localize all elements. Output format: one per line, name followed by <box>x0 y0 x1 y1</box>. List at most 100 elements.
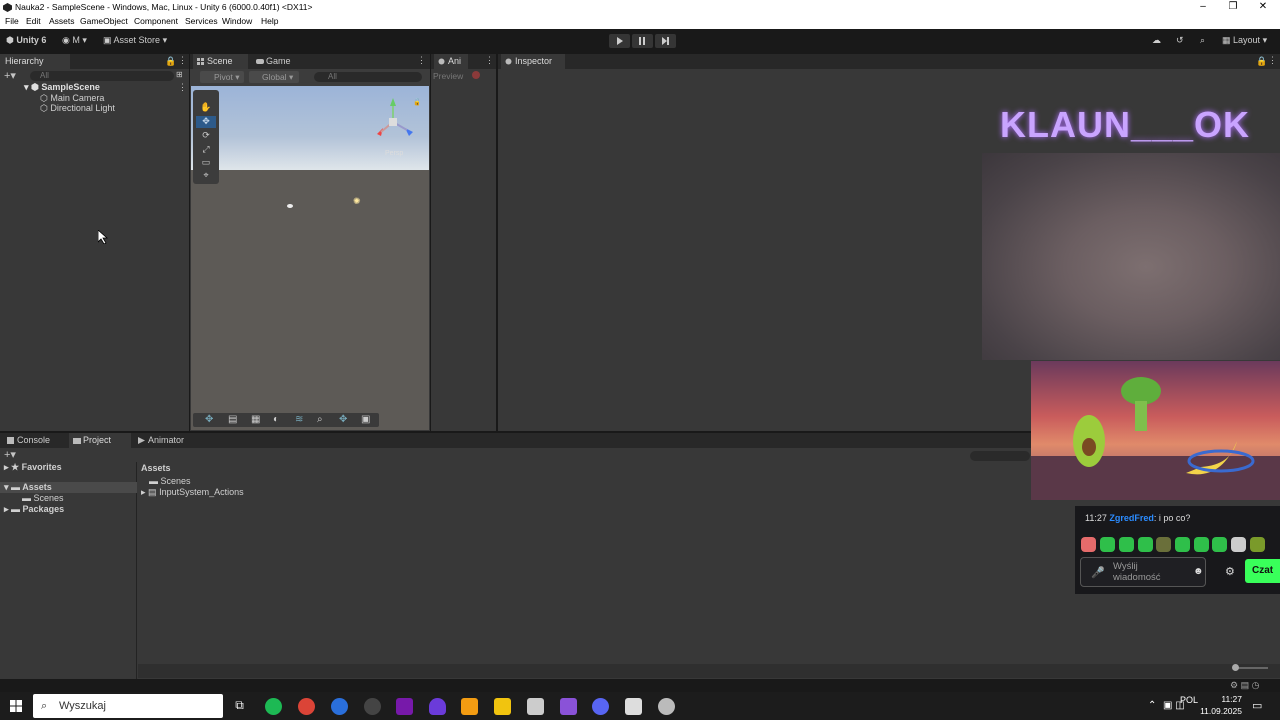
emote-icon[interactable] <box>1250 537 1265 552</box>
menu-edit[interactable]: Edit <box>26 16 41 26</box>
packages-row[interactable]: ▸ ▬ Packages <box>4 504 64 515</box>
animation-menu-icon[interactable]: ⋮ <box>485 55 494 66</box>
layers-icon[interactable]: ≋ <box>295 414 303 425</box>
menu-component[interactable]: Component <box>134 16 178 26</box>
scene-row[interactable]: ▾ ⬢ SampleScene <box>24 82 100 93</box>
menu-window[interactable]: Window <box>222 16 252 26</box>
menu-assets[interactable]: Assets <box>49 16 75 26</box>
windows-start-icon[interactable] <box>10 700 22 712</box>
orientation-gizmo[interactable]: 🔒 <box>371 92 419 144</box>
notification-icon[interactable]: ▭ <box>1252 699 1262 712</box>
shading-icon[interactable]: ◐ <box>273 414 279 425</box>
tray-icons[interactable]: ▣ ◫ <box>1163 700 1185 711</box>
tab-console[interactable]: Console <box>3 433 63 448</box>
lock-icon[interactable]: 🔒 <box>165 56 176 67</box>
rect-tool-icon[interactable]: ▭ <box>196 157 216 169</box>
assets-breadcrumb[interactable]: Assets <box>141 463 171 473</box>
spotify-icon[interactable] <box>265 698 282 715</box>
emote-icon[interactable] <box>1081 537 1096 552</box>
move-tool-icon[interactable]: ✥ <box>196 116 216 128</box>
taskbar-search-input[interactable]: ⌕ Wyszukaj <box>33 694 223 718</box>
menu-help[interactable]: Help <box>261 16 278 26</box>
app-icon[interactable] <box>364 698 381 715</box>
pivot-dropdown[interactable]: Pivot ▾ <box>200 71 244 83</box>
chat-send-button[interactable]: Czat <box>1245 559 1280 583</box>
app-icon[interactable] <box>658 698 675 715</box>
project-search-input[interactable] <box>970 451 1030 461</box>
menu-file[interactable]: File <box>5 16 19 26</box>
transform-tool-icon[interactable]: ⌖ <box>196 170 216 182</box>
assets-row[interactable]: ▾ ▬ Assets <box>4 482 52 493</box>
onenote-icon[interactable] <box>396 698 413 715</box>
menu-gameobject[interactable]: GameObject <box>80 16 128 26</box>
visual-studio-icon[interactable] <box>560 698 577 715</box>
scene-viewport[interactable]: ✺ 🔒 Persp <box>191 86 429 430</box>
light-gizmo-icon[interactable]: ✺ <box>353 196 361 207</box>
emote-icon[interactable] <box>1100 537 1115 552</box>
asset-inputsystem-actions[interactable]: ▸ ▤ InputSystem_Actions <box>141 487 244 498</box>
inspector-menu-icon[interactable]: ⋮ <box>1268 55 1277 66</box>
move-snap-icon[interactable]: ✥ <box>205 414 213 425</box>
tab-project[interactable]: Project <box>69 433 131 448</box>
inspector-lock-icon[interactable]: 🔒 <box>1256 56 1267 67</box>
pan-icon[interactable]: ✥ <box>339 414 347 425</box>
tab-hierarchy[interactable]: Hierarchy <box>0 54 70 69</box>
scene-menu-icon[interactable]: ⋮ <box>178 82 187 93</box>
unity-hub-icon[interactable] <box>527 698 544 715</box>
asset-store-button[interactable]: ▣ Asset Store ▾ <box>103 35 167 46</box>
play-button[interactable] <box>609 34 630 48</box>
emote-icon[interactable] <box>1231 537 1246 552</box>
file-explorer-icon[interactable] <box>494 698 511 715</box>
tab-game[interactable]: Game <box>252 54 302 69</box>
grid-snap-icon[interactable]: ▦ <box>251 414 260 425</box>
hierarchy-search-input[interactable]: All <box>30 71 174 81</box>
slider-handle[interactable] <box>1232 664 1239 671</box>
global-dropdown[interactable]: Global ▾ <box>249 71 299 83</box>
scale-tool-icon[interactable]: ⤢ <box>196 144 216 156</box>
history-icon[interactable]: ↺ <box>1176 35 1184 46</box>
hierarchy-item-directional-light[interactable]: ⬡ Directional Light <box>40 103 115 114</box>
rotate-tool-icon[interactable]: ⟳ <box>196 130 216 142</box>
zoom-icon[interactable]: ⌕ <box>317 414 323 425</box>
emote-icon[interactable] <box>1175 537 1190 552</box>
maximize-button[interactable]: ❐ <box>1216 0 1250 15</box>
chrome-icon[interactable] <box>298 698 315 715</box>
close-button[interactable]: ✕ <box>1246 0 1280 15</box>
pause-button[interactable] <box>632 34 653 48</box>
clock-time[interactable]: 11:27 <box>1208 694 1242 704</box>
scene-search-input[interactable]: All <box>314 72 422 82</box>
emote-icon[interactable] <box>1212 537 1227 552</box>
chat-settings-icon[interactable]: ⚙ <box>1225 565 1235 578</box>
clock-date[interactable]: 11.09.2025 <box>1198 706 1242 716</box>
scenes-row[interactable]: ▬ Scenes <box>22 493 64 503</box>
minimize-button[interactable]: – <box>1186 0 1220 15</box>
search-options-icon[interactable]: ⊞ <box>176 70 183 79</box>
preview-button[interactable]: Preview <box>433 71 463 81</box>
app-icon[interactable] <box>461 698 478 715</box>
tray-chevron-icon[interactable]: ⌃ <box>1148 700 1156 711</box>
persp-label[interactable]: Persp <box>385 150 403 157</box>
asset-folder-scenes[interactable]: ▬ Scenes <box>149 476 191 486</box>
unity-cloud-button[interactable]: ⬢ Unity 6 <box>6 35 46 46</box>
app-icon[interactable] <box>429 698 446 715</box>
grid-icon[interactable]: ▤ <box>228 414 237 425</box>
task-view-icon[interactable]: ⧉ <box>231 698 248 715</box>
unity-editor-icon[interactable] <box>625 698 642 715</box>
favorites-row[interactable]: ▸ ★ Favorites <box>4 462 62 473</box>
record-icon[interactable] <box>472 71 480 79</box>
menu-services[interactable]: Services <box>185 16 218 26</box>
camera-gizmo-icon[interactable] <box>287 204 293 208</box>
emote-icon[interactable] <box>1156 537 1171 552</box>
icon-size-slider[interactable] <box>1236 667 1268 669</box>
tab-inspector[interactable]: Inspector <box>501 54 565 69</box>
tab-animation[interactable]: Ani <box>434 54 468 69</box>
scene-menu-icon[interactable]: ⋮ <box>417 55 426 66</box>
tab-scene[interactable]: Scene <box>193 54 248 69</box>
chat-username[interactable]: ZgredFred <box>1109 513 1154 523</box>
chat-input[interactable]: 🎤 Wyślij wiadomość ☻ <box>1080 557 1206 587</box>
mic-icon[interactable]: 🎤 <box>1091 566 1105 579</box>
add-button[interactable]: +▾ <box>4 69 16 82</box>
account-dropdown[interactable]: ◉ M ▾ <box>62 35 87 46</box>
step-button[interactable] <box>655 34 676 48</box>
emote-icon[interactable] <box>1194 537 1209 552</box>
